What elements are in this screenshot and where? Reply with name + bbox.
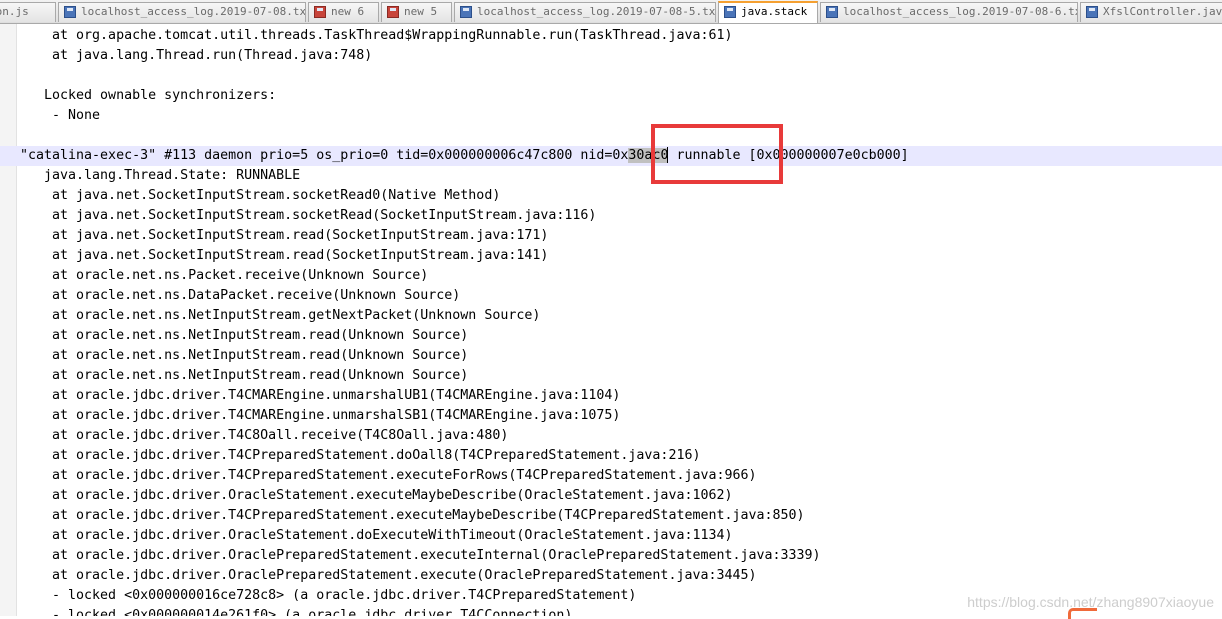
tab-1[interactable]: localhost_access_log.2019-07-08.txt bbox=[58, 2, 306, 22]
file-icon-red bbox=[387, 6, 399, 18]
code-line: java.lang.Thread.State: RUNNABLE bbox=[20, 168, 301, 183]
code-line: at oracle.jdbc.driver.OraclePreparedStat… bbox=[20, 548, 821, 563]
tab-label: java.stack bbox=[741, 5, 808, 18]
code-line: at oracle.jdbc.driver.OracleStatement.ex… bbox=[20, 488, 733, 503]
tab-label: new 6 bbox=[331, 5, 365, 18]
code-line: at java.net.SocketInputStream.socketRead… bbox=[20, 208, 597, 223]
save-icon bbox=[724, 6, 736, 18]
code-line: at oracle.net.ns.NetInputStream.read(Unk… bbox=[20, 348, 469, 363]
tab-label: localhost_access_log.2019-07-08-5.txt bbox=[477, 5, 716, 18]
file-icon bbox=[826, 6, 838, 18]
code-line: at oracle.net.ns.Packet.receive(Unknown … bbox=[20, 268, 429, 283]
code-line: - locked <0x000000014e261f0> (a oracle.j… bbox=[20, 608, 573, 616]
tab-label: localhost_access_log.2019-07-08-6.txt bbox=[843, 5, 1078, 18]
code-line: at oracle.jdbc.driver.T4C8Oall.receive(T… bbox=[20, 428, 509, 443]
code-line: at oracle.jdbc.driver.OraclePreparedStat… bbox=[20, 568, 757, 583]
code-line: at oracle.net.ns.NetInputStream.getNextP… bbox=[20, 308, 541, 323]
tab-label: localhost_access_log.2019-07-08.txt bbox=[81, 5, 306, 18]
line-prefix: "catalina-exec-3" #113 daemon prio=5 os_… bbox=[20, 148, 629, 163]
code-line: - None bbox=[20, 108, 101, 123]
code-line: at java.net.SocketInputStream.read(Socke… bbox=[20, 248, 549, 263]
code-line: at java.lang.Thread.run(Thread.java:748) bbox=[20, 48, 373, 63]
tab-5[interactable]: java.stack bbox=[718, 1, 818, 23]
code-line: at java.net.SocketInputStream.read(Socke… bbox=[20, 228, 549, 243]
file-icon bbox=[64, 6, 76, 18]
tab-4[interactable]: localhost_access_log.2019-07-08-5.txt bbox=[454, 2, 716, 22]
annotation-highlight-box bbox=[651, 124, 783, 184]
corner-logo-icon bbox=[1068, 608, 1097, 619]
tab-6[interactable]: localhost_access_log.2019-07-08-6.txt bbox=[820, 2, 1078, 22]
tab-label: new 5 bbox=[404, 5, 438, 18]
code-line: at oracle.jdbc.driver.T4CMAREngine.unmar… bbox=[20, 408, 621, 423]
code-line: at org.apache.tomcat.util.threads.TaskTh… bbox=[20, 28, 733, 43]
code-line: at oracle.net.ns.NetInputStream.read(Unk… bbox=[20, 328, 469, 343]
tab-bar: mon.js localhost_access_log.2019-07-08.tx… bbox=[0, 0, 1222, 24]
tab-label: XfslController.java bbox=[1103, 5, 1222, 18]
code-line: at oracle.net.ns.NetInputStream.read(Unk… bbox=[20, 368, 469, 383]
code-line: at java.net.SocketInputStream.socketRead… bbox=[20, 188, 501, 203]
code-line: Locked ownable synchronizers: bbox=[20, 88, 277, 103]
code-line: at oracle.jdbc.driver.OracleStatement.do… bbox=[20, 528, 733, 543]
code-line: at oracle.jdbc.driver.T4CMAREngine.unmar… bbox=[20, 388, 621, 403]
tab-2[interactable]: new 6 bbox=[308, 2, 379, 22]
file-icon-red bbox=[314, 6, 326, 18]
code-line: at oracle.jdbc.driver.T4CPreparedStateme… bbox=[20, 468, 757, 483]
tab-7[interactable]: XfslController.java bbox=[1080, 2, 1222, 22]
tab-0[interactable]: mon.js bbox=[0, 2, 56, 22]
file-icon bbox=[1086, 6, 1098, 18]
code-line: - locked <0x000000016ce728c8> (a oracle.… bbox=[20, 588, 637, 603]
editor-margin bbox=[0, 24, 17, 616]
code-line: at oracle.jdbc.driver.T4CPreparedStateme… bbox=[20, 448, 701, 463]
code-line: at oracle.jdbc.driver.T4CPreparedStateme… bbox=[20, 508, 805, 523]
text-editor[interactable]: at org.apache.tomcat.util.threads.TaskTh… bbox=[0, 24, 1222, 616]
file-icon bbox=[460, 6, 472, 18]
tab-label: mon.js bbox=[0, 5, 29, 18]
tab-3[interactable]: new 5 bbox=[381, 2, 452, 22]
code-line: at oracle.net.ns.DataPacket.receive(Unkn… bbox=[20, 288, 461, 303]
